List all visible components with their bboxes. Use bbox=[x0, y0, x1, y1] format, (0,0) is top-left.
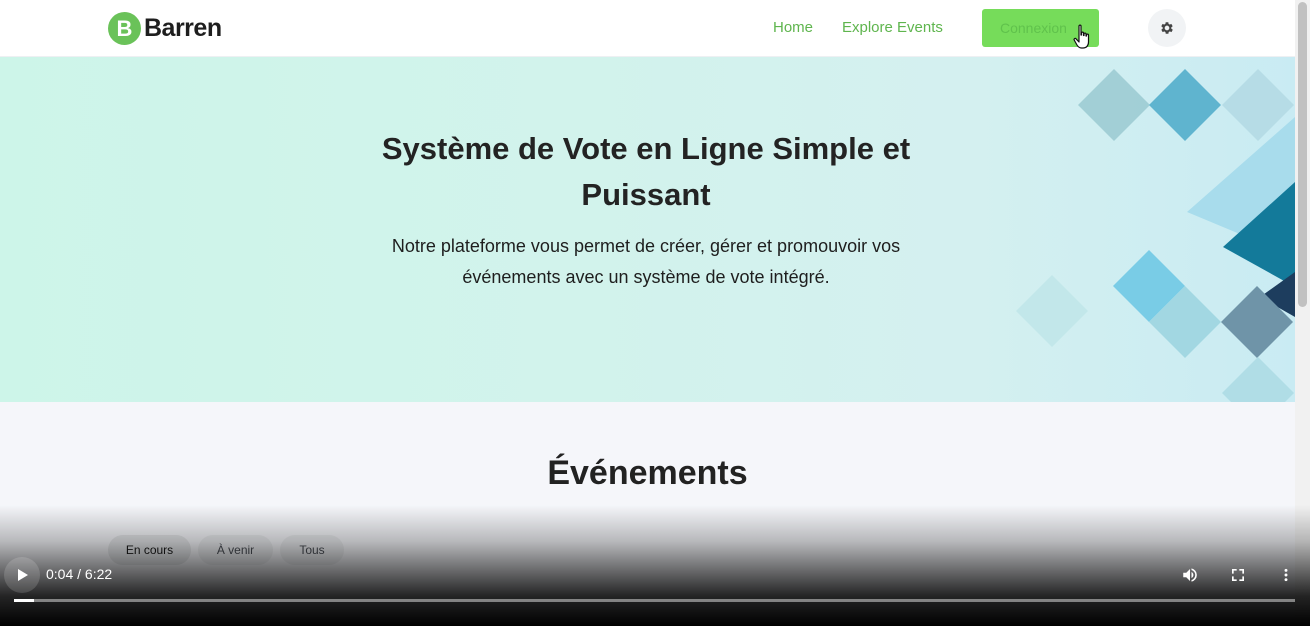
hero-decoration-diamonds bbox=[1016, 69, 1295, 402]
video-controls: 0:04 / 6:22 bbox=[0, 555, 1310, 626]
play-button[interactable] bbox=[4, 557, 40, 593]
fullscreen-button[interactable] bbox=[1227, 564, 1249, 586]
hand-cursor-icon bbox=[1073, 24, 1090, 49]
fullscreen-icon bbox=[1232, 569, 1244, 581]
page-scrollbar-thumb[interactable] bbox=[1298, 2, 1307, 307]
volume-icon bbox=[1183, 568, 1197, 582]
logo[interactable]: B Barren bbox=[108, 12, 222, 45]
logo-badge: B bbox=[108, 12, 141, 45]
hero-banner: Système de Vote en Ligne Simple et Puiss… bbox=[0, 57, 1295, 402]
events-title: Événements bbox=[547, 454, 748, 492]
play-icon bbox=[18, 569, 28, 581]
hero-title: Système de Vote en Ligne Simple et Puiss… bbox=[381, 131, 911, 212]
more-options-button[interactable] bbox=[1275, 564, 1297, 586]
video-progress-bar[interactable] bbox=[14, 599, 1295, 602]
more-vert-icon bbox=[1284, 568, 1288, 582]
video-time: 0:04 / 6:22 bbox=[46, 566, 113, 582]
hero-subtitle: Notre plateforme vous permet de créer, g… bbox=[391, 236, 901, 287]
gear-icon bbox=[1161, 22, 1173, 34]
logo-text: Barren bbox=[144, 14, 222, 42]
nav-link-explore-events[interactable]: Explore Events bbox=[842, 19, 943, 36]
theme-toggle-button[interactable] bbox=[1148, 9, 1186, 47]
volume-button[interactable] bbox=[1179, 564, 1201, 586]
video-progress-fill bbox=[14, 599, 34, 602]
nav-link-home[interactable]: Home bbox=[773, 19, 813, 36]
top-navbar: B Barren Home Explore Events Connexion bbox=[0, 0, 1295, 57]
